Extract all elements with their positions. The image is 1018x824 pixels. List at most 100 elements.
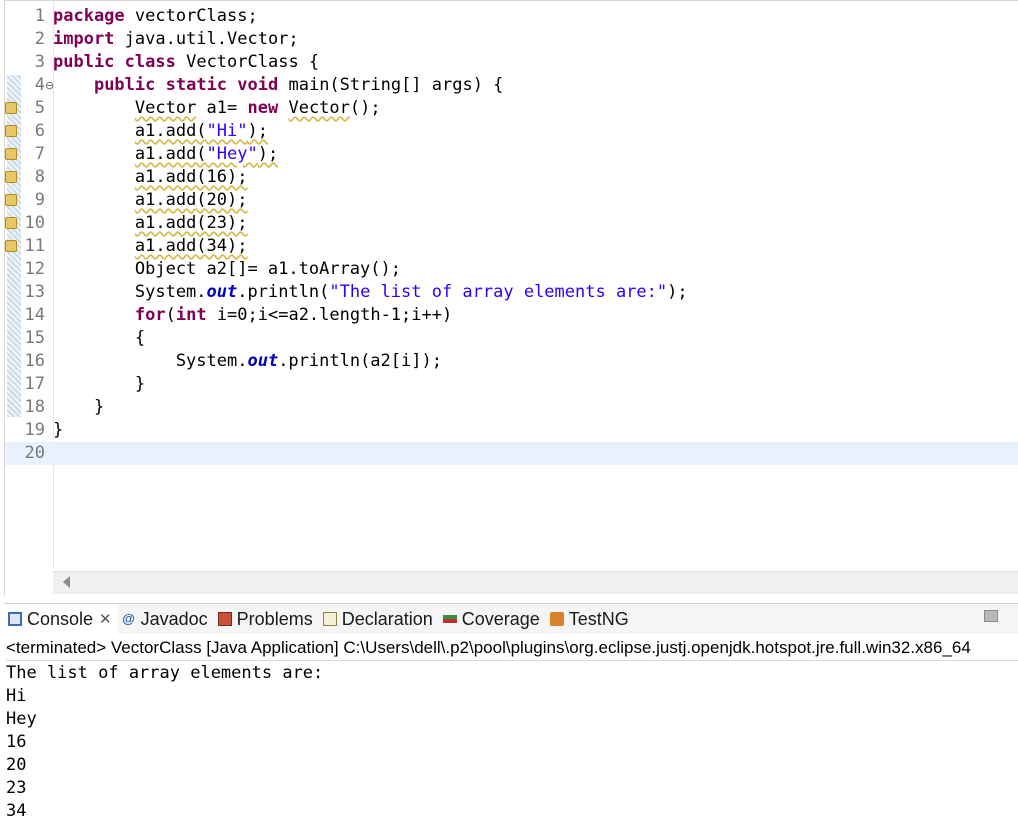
javadoc-icon: @ [122, 611, 135, 626]
code-token: a1.add( [134, 144, 207, 164]
coverage-icon [442, 615, 457, 623]
code-token: .println(a2[i]); [278, 351, 442, 371]
warning-marker-icon[interactable] [5, 194, 17, 206]
close-icon[interactable]: ✕ [99, 610, 112, 628]
code-text: a1.add("Hi"); [53, 120, 268, 143]
code-token: } [53, 420, 64, 440]
code-line[interactable]: 10 a1.add(23); [5, 212, 1018, 235]
code-text: public class VectorClass { [53, 51, 319, 74]
console-line: Hi [6, 686, 27, 706]
code-token: ( [165, 305, 176, 325]
code-line[interactable]: 4 ⊖ public static void main(String[] args… [5, 74, 1018, 97]
code-editor[interactable]: 1 package vectorClass; 2 import java.util.V… [4, 0, 1018, 596]
horizontal-scrollbar[interactable] [53, 571, 1018, 594]
console-line: 23 [6, 778, 27, 798]
code-line[interactable]: 15 { [5, 327, 1018, 350]
code-line[interactable]: 17 } [5, 373, 1018, 396]
code-text: import java.util.Vector; [53, 28, 299, 51]
code-token: java.util.Vector; [114, 29, 299, 49]
code-line[interactable]: 18 } [5, 396, 1018, 419]
warning-marker-icon[interactable] [5, 102, 17, 114]
code-text: } [53, 373, 145, 396]
line-number: 15 [24, 328, 45, 348]
code-token: ); [257, 144, 279, 164]
code-text: } [53, 396, 104, 419]
code-line[interactable]: 1 package vectorClass; [5, 5, 1018, 28]
code-line[interactable]: 12 Object a2[]= a1.toArray(); [5, 258, 1018, 281]
code-line[interactable]: 9 a1.add(20); [5, 189, 1018, 212]
code-token: a1.add( [134, 121, 207, 141]
console-output: The list of array elements are: Hi Hey 16 20… [6, 662, 323, 823]
tab-coverage[interactable]: Coverage [439, 604, 546, 634]
code-token: "Hey" [206, 144, 258, 164]
code-line[interactable]: 13 System.out.println("The list of array… [5, 281, 1018, 304]
tab-testng[interactable]: TestNG [546, 604, 635, 634]
tab-declaration[interactable]: Declaration [319, 604, 439, 634]
code-token: "Hi" [206, 121, 248, 141]
console-line: The list of array elements are: [6, 663, 324, 683]
code-line[interactable]: 20 [5, 442, 1018, 465]
console-icon [8, 612, 22, 626]
code-token: Vector [134, 98, 197, 118]
tab-problems[interactable]: Problems [214, 604, 319, 634]
line-number: 16 [24, 351, 45, 371]
code-lines[interactable]: 1 package vectorClass; 2 import java.util.V… [5, 5, 1018, 465]
code-token: new [247, 98, 279, 118]
line-number: 17 [24, 374, 45, 394]
code-line[interactable]: 5 Vector a1= new Vector(); [5, 97, 1018, 120]
code-line[interactable]: 14 for(int i=0;i<=a2.length-1;i++) [5, 304, 1018, 327]
tab-console[interactable]: Console ✕ [4, 604, 118, 634]
code-text: a1.add(20); [53, 189, 248, 212]
code-text: public static void main(String[] args) { [53, 74, 503, 97]
tab-label: Coverage [461, 608, 540, 629]
code-token: out [247, 351, 279, 371]
code-token: { [53, 328, 146, 348]
code-token: out [206, 282, 238, 302]
code-text: package vectorClass; [53, 5, 258, 28]
code-token: package [53, 6, 125, 26]
code-line[interactable]: 2 import java.util.Vector; [5, 28, 1018, 51]
code-token: a1.add(34); [134, 236, 248, 256]
code-text: a1.add(34); [53, 235, 248, 258]
console-line: Hey [6, 709, 37, 729]
code-token: } [53, 374, 146, 394]
warning-marker-icon[interactable] [5, 171, 17, 183]
code-line[interactable]: 19} [5, 419, 1018, 442]
code-line[interactable]: 6 a1.add("Hi"); [5, 120, 1018, 143]
code-line[interactable]: 16 System.out.println(a2[i]); [5, 350, 1018, 373]
warning-marker-icon[interactable] [5, 125, 17, 137]
scroll-left-icon[interactable] [63, 576, 70, 588]
tab-label: TestNG [568, 608, 629, 629]
minimize-icon[interactable] [984, 610, 998, 622]
code-token: ); [247, 121, 268, 141]
line-number: 19 [24, 420, 45, 440]
tab-javadoc[interactable]: @ Javadoc [118, 604, 214, 634]
code-line[interactable]: 7 a1.add("Hey"); [5, 143, 1018, 166]
line-number: 2 [34, 29, 45, 49]
warning-marker-icon[interactable] [5, 148, 17, 160]
code-token: public [93, 75, 156, 95]
code-token: a1= [196, 98, 248, 118]
code-text: { [53, 327, 145, 350]
warning-marker-icon[interactable] [5, 240, 17, 252]
code-text: for(int i=0;i<=a2.length-1;i++) [53, 304, 452, 327]
testng-icon [549, 612, 564, 626]
code-line[interactable]: 3 public class VectorClass { [5, 51, 1018, 74]
code-line[interactable]: 11 a1.add(34); [5, 235, 1018, 258]
line-number: 14 [24, 305, 45, 325]
warning-marker-icon[interactable] [5, 217, 17, 229]
code-token: System. [53, 351, 248, 371]
line-number: 20 [24, 443, 45, 463]
code-text: Object a2[]= a1.toArray(); [53, 258, 401, 281]
code-line[interactable]: 8 a1.add(16); [5, 166, 1018, 189]
code-text: a1.add(16); [53, 166, 248, 189]
